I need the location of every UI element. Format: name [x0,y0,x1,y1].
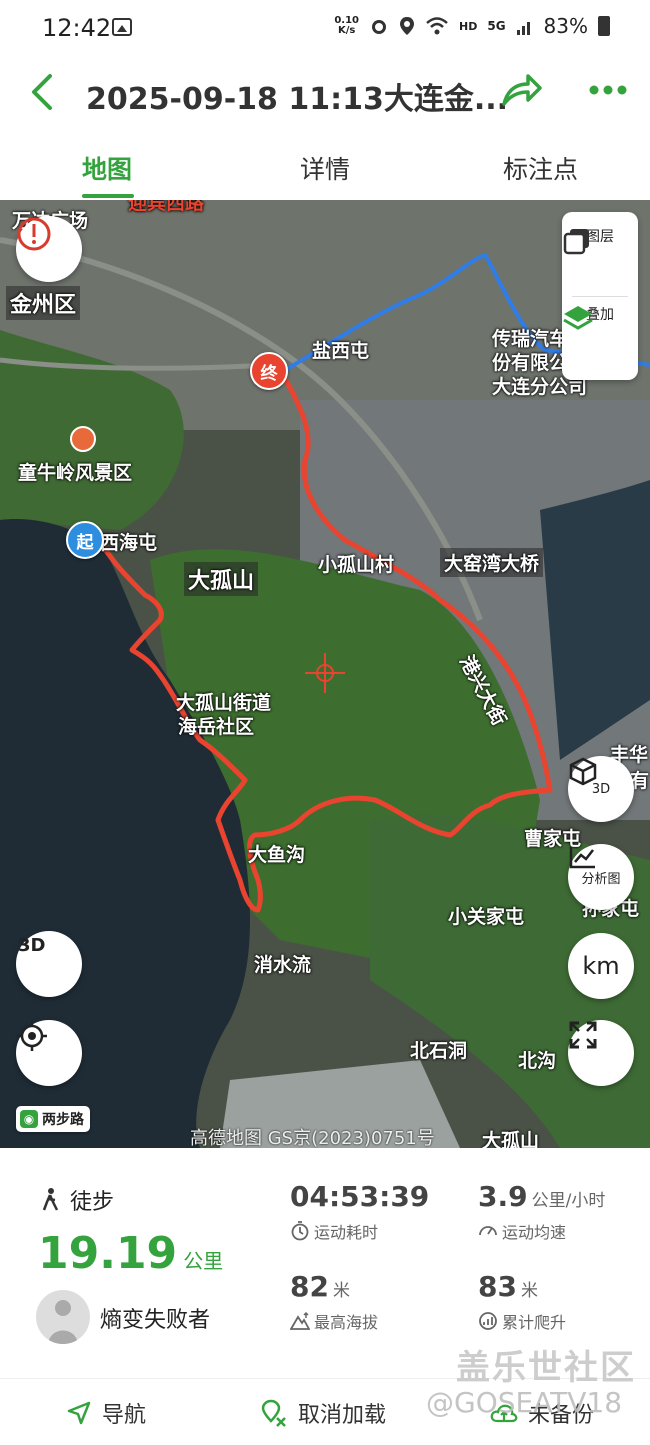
map-label: 大孤山 [482,1130,540,1148]
tab-details[interactable]: 详情 [300,150,350,186]
scenic-spot-icon [70,426,96,452]
hiking-icon [42,1188,59,1211]
network-type: 5G [487,19,506,33]
username[interactable]: 熵变失败者 [100,1302,210,1334]
overlay-button[interactable]: 叠加 [562,304,638,330]
stat-speed: 3.9 公里/小时 运动均速 [478,1180,606,1242]
battery-percent: 83% [543,14,588,38]
unload-track-icon [261,1399,286,1427]
user-avatar-icon [48,1300,78,1344]
tab-annotations[interactable]: 标注点 [503,150,578,186]
expand-icon [569,1021,597,1049]
start-marker[interactable]: 起 [66,521,104,559]
map-copyright: 高德地图 GS京(2023)0751号 [190,1128,435,1148]
brand-logo-icon: ◉ [20,1110,38,1128]
stack-icon [563,306,593,330]
stat-total-climb: 83 米 累计爬升 [478,1270,567,1332]
view-3d-button[interactable]: 3D [568,756,634,822]
battery-icon [598,16,610,36]
fullscreen-button[interactable] [568,1020,634,1086]
cancel-load-button[interactable]: 取消加载 [260,1397,386,1429]
net-speed: 0.10 K/s [334,15,359,36]
top-bar: 2025-09-18 11:13大连金... [0,58,650,128]
active-tab-indicator [82,194,134,198]
share-icon[interactable] [500,70,544,110]
map-label: 消水流 [254,954,312,976]
three-d-icon: 3D [18,935,45,956]
status-time: 12:42 [42,14,112,42]
layers-button[interactable]: 图层 [562,226,638,255]
tab-map[interactable]: 地图 [82,150,132,186]
end-marker[interactable]: 终 [250,352,288,390]
mountain-icon [290,1311,310,1330]
map-label: 北沟 [518,1050,557,1072]
map-view[interactable]: 万达广场 迎宾西路 金州区 盐西屯 传瑞汽车 份有限公 大连分公司 童牛岭风景区… [0,200,650,1148]
crosshair-locate-icon [17,1021,47,1051]
map-label: 迎宾西路 [128,200,205,214]
svg-text:3D: 3D [18,935,45,956]
tab-bar: 地图 详情 标注点 [0,130,650,200]
total-distance: 19.19 公里 [38,1228,224,1279]
page-title: 2025-09-18 11:13大连金... [86,82,509,117]
hd-indicator: HD [459,19,478,33]
map-label: 大鱼沟 [248,844,306,866]
alert-icon [17,217,51,251]
view-3d-mode-button[interactable]: 3D [16,931,82,997]
status-bar: 12:42 0.10 K/s HD 5G 83% [0,0,650,58]
stopwatch-icon [291,1221,309,1241]
analysis-chart-button[interactable]: 分析图 [568,844,634,910]
avatar[interactable] [36,1290,90,1344]
alert-button[interactable] [16,216,82,282]
map-label: 小关家屯 [448,906,525,928]
map-label: 传瑞汽车 [492,328,569,350]
map-label: 北石洞 [410,1040,468,1062]
climb-icon [479,1312,497,1330]
stat-duration: 04:53:39 运动耗时 [290,1180,430,1242]
brand-badge: ◉ 两步路 [16,1106,90,1132]
layer-panel: 图层 叠加 [562,212,638,380]
stat-max-altitude: 82 米 最高海拔 [290,1270,379,1332]
map-label: 盐西屯 [312,340,370,362]
cube-icon [569,757,597,786]
more-options-icon[interactable] [588,80,628,100]
map-label: 大孤山 [184,562,259,596]
image-notification-icon [112,18,132,36]
divider [572,296,628,297]
sport-type: 徒步 [40,1184,114,1216]
back-arrow-icon[interactable] [26,72,62,112]
map-label: 大孤山街道 [176,692,272,714]
map-label: 份有限公 [492,352,569,374]
watermark-handle: @GOSEATV18 [426,1386,623,1419]
map-label: 金州区 [6,286,81,320]
speedometer-icon [479,1226,497,1236]
wifi-icon [426,17,448,35]
line-chart-icon [569,847,595,869]
map-label: 童牛岭风景区 [18,462,133,484]
status-icons: 0.10 K/s HD 5G 83% [334,14,610,38]
unit-km-button[interactable]: km [568,933,634,999]
locate-me-button[interactable] [16,1020,82,1086]
signal-icon [516,22,530,35]
map-label: 西海屯 [100,532,158,554]
layers-icon [563,229,589,255]
map-label: 小孤山村 [318,554,395,576]
map-label: 海岳社区 [178,716,255,738]
location-icon [400,17,414,35]
navigate-button[interactable]: 导航 [66,1397,146,1429]
map-label: 大窑湾大桥 [440,548,544,577]
watermark-title: 盖乐世社区 [456,1348,636,1388]
alarm-icon [372,20,386,34]
navigation-arrow-icon [67,1401,91,1425]
